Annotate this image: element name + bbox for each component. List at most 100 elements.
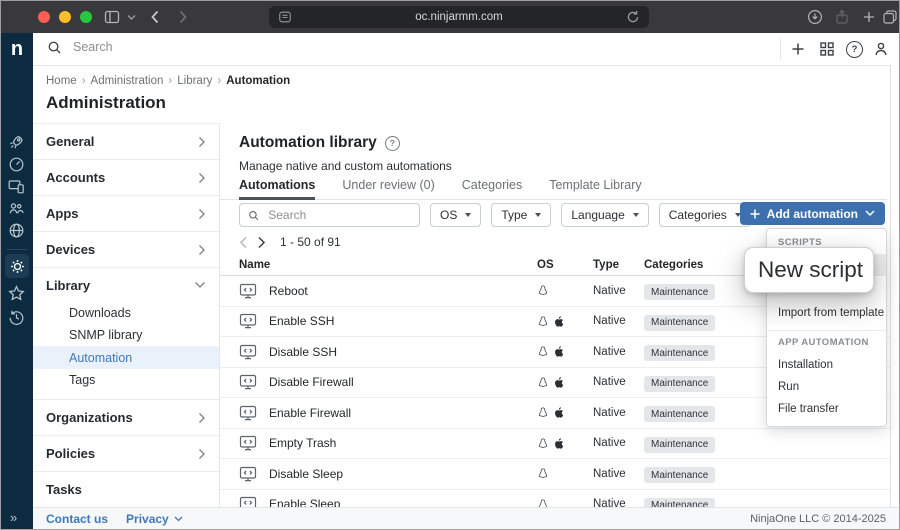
script-icon: [239, 405, 257, 421]
table-search[interactable]: [239, 203, 420, 227]
globe-icon[interactable]: [8, 222, 25, 239]
user-icon[interactable]: [873, 41, 889, 57]
filter-language[interactable]: Language: [561, 203, 648, 227]
ninjaone-logo[interactable]: n: [1, 33, 33, 65]
script-icon: [239, 435, 257, 451]
column-name[interactable]: Name: [239, 259, 537, 271]
global-search[interactable]: [47, 39, 375, 55]
share-icon[interactable]: [834, 9, 850, 25]
sidebar-item-tasks[interactable]: Tasks: [33, 472, 219, 508]
tabs-overview-icon[interactable]: [882, 9, 898, 25]
history-icon[interactable]: [8, 309, 25, 326]
script-icon: [239, 374, 257, 390]
devices-icon[interactable]: [8, 178, 25, 195]
star-icon[interactable]: [8, 285, 25, 302]
breadcrumb-current: Automation: [226, 75, 290, 87]
tab-template-library[interactable]: Template Library: [549, 178, 641, 199]
breadcrumb-home[interactable]: Home: [46, 75, 77, 87]
section-subtitle: Manage native and custom automations: [239, 159, 452, 173]
sidebar-item-downloads[interactable]: Downloads: [33, 302, 219, 324]
sidebar-item-apps[interactable]: Apps: [33, 196, 219, 232]
sidebar-item-snmp-library[interactable]: SNMP library: [33, 324, 219, 346]
chevron-right-icon: [198, 412, 206, 424]
help-icon[interactable]: ?: [846, 41, 863, 58]
apple-icon: [553, 345, 565, 358]
table-row[interactable]: Empty Trash Native Maintenance: [220, 429, 893, 460]
menu-item-import-from-template[interactable]: Import from template: [767, 302, 886, 324]
filter-type[interactable]: Type: [491, 203, 551, 227]
breadcrumb-library[interactable]: Library: [177, 75, 212, 87]
sidebar-item-automation[interactable]: Automation: [33, 346, 219, 369]
rocket-icon[interactable]: [8, 134, 25, 151]
new-tab-icon[interactable]: [861, 9, 877, 25]
breadcrumb-separator: ›: [168, 75, 172, 87]
magnifier-overlay[interactable]: New script: [744, 247, 874, 293]
script-icon: [239, 313, 257, 329]
automation-type: Native: [593, 437, 644, 449]
global-search-input[interactable]: [71, 39, 375, 55]
sidebar-item-accounts[interactable]: Accounts: [33, 160, 219, 196]
close-window-button[interactable]: [38, 11, 50, 23]
page-title: Administration: [46, 93, 166, 113]
chevron-down-icon[interactable]: [127, 14, 136, 21]
apple-icon: [553, 376, 565, 389]
automation-type: Native: [593, 285, 644, 297]
breadcrumb-separator: ›: [217, 75, 221, 87]
browser-chrome: oc.ninjarmm.com: [1, 1, 899, 33]
users-icon[interactable]: [8, 200, 25, 217]
breadcrumb-administration[interactable]: Administration: [91, 75, 164, 87]
sidebar-item-library[interactable]: Library: [33, 268, 219, 302]
sidebar-toggle-icon[interactable]: [104, 9, 120, 25]
tab-categories[interactable]: Categories: [462, 178, 522, 199]
downloads-icon[interactable]: [807, 9, 823, 25]
forward-icon[interactable]: [177, 9, 189, 25]
library-submenu: Downloads SNMP library Automation Tags: [33, 302, 219, 400]
script-icon: [239, 466, 257, 482]
sidebar-item-general[interactable]: General: [33, 124, 219, 160]
add-automation-button[interactable]: Add automation: [740, 202, 885, 225]
linux-icon: [537, 376, 549, 389]
prev-page-icon[interactable]: [239, 236, 248, 249]
pagination-range: 1 - 50 of 91: [280, 235, 341, 249]
menu-item-installation[interactable]: Installation: [767, 354, 886, 376]
filter-os[interactable]: OS: [430, 203, 481, 227]
menu-item-file-transfer[interactable]: File transfer: [767, 398, 886, 420]
apple-icon: [553, 315, 565, 328]
menu-item-run[interactable]: Run: [767, 376, 886, 398]
sidebar-item-policies[interactable]: Policies: [33, 436, 219, 472]
sidebar-item-administration[interactable]: [5, 254, 29, 278]
dashboard-icon[interactable]: [8, 156, 25, 173]
tab-automations[interactable]: Automations: [239, 178, 315, 199]
sidebar-item-organizations[interactable]: Organizations: [33, 400, 219, 436]
reader-icon[interactable]: [278, 10, 292, 24]
expand-rail-icon[interactable]: »: [10, 510, 17, 525]
breadcrumb-separator: ›: [82, 75, 86, 87]
refresh-icon[interactable]: [626, 10, 640, 24]
apps-grid-icon[interactable]: [819, 41, 835, 57]
address-bar[interactable]: oc.ninjarmm.com: [269, 6, 649, 28]
sidebar-item-tags[interactable]: Tags: [33, 369, 219, 391]
column-os[interactable]: OS: [537, 259, 593, 271]
zoom-window-button[interactable]: [80, 11, 92, 23]
add-icon[interactable]: [790, 41, 806, 57]
contact-us-link[interactable]: Contact us: [46, 512, 108, 526]
linux-icon: [537, 345, 549, 358]
minimize-window-button[interactable]: [59, 11, 71, 23]
sidebar-item-devices[interactable]: Devices: [33, 232, 219, 268]
table-row[interactable]: Disable Sleep Native Maintenance: [220, 459, 893, 490]
filter-categories[interactable]: Categories: [659, 203, 751, 227]
table-search-input[interactable]: [266, 207, 411, 223]
info-icon[interactable]: ?: [385, 136, 400, 151]
next-page-icon[interactable]: [257, 236, 266, 249]
chevron-right-icon: [198, 244, 206, 256]
tab-under-review[interactable]: Under review (0): [342, 178, 434, 199]
column-type[interactable]: Type: [593, 259, 644, 271]
automation-name: Reboot: [269, 284, 537, 298]
category-badge: Maintenance: [644, 284, 715, 300]
browser-window: oc.ninjarmm.com n ? »: [0, 0, 900, 530]
privacy-link[interactable]: Privacy: [126, 512, 183, 526]
breadcrumb: Home › Administration › Library › Automation: [46, 75, 290, 87]
back-icon[interactable]: [149, 9, 161, 25]
chevron-right-icon: [198, 448, 206, 460]
scrollbar-track[interactable]: [890, 65, 899, 509]
